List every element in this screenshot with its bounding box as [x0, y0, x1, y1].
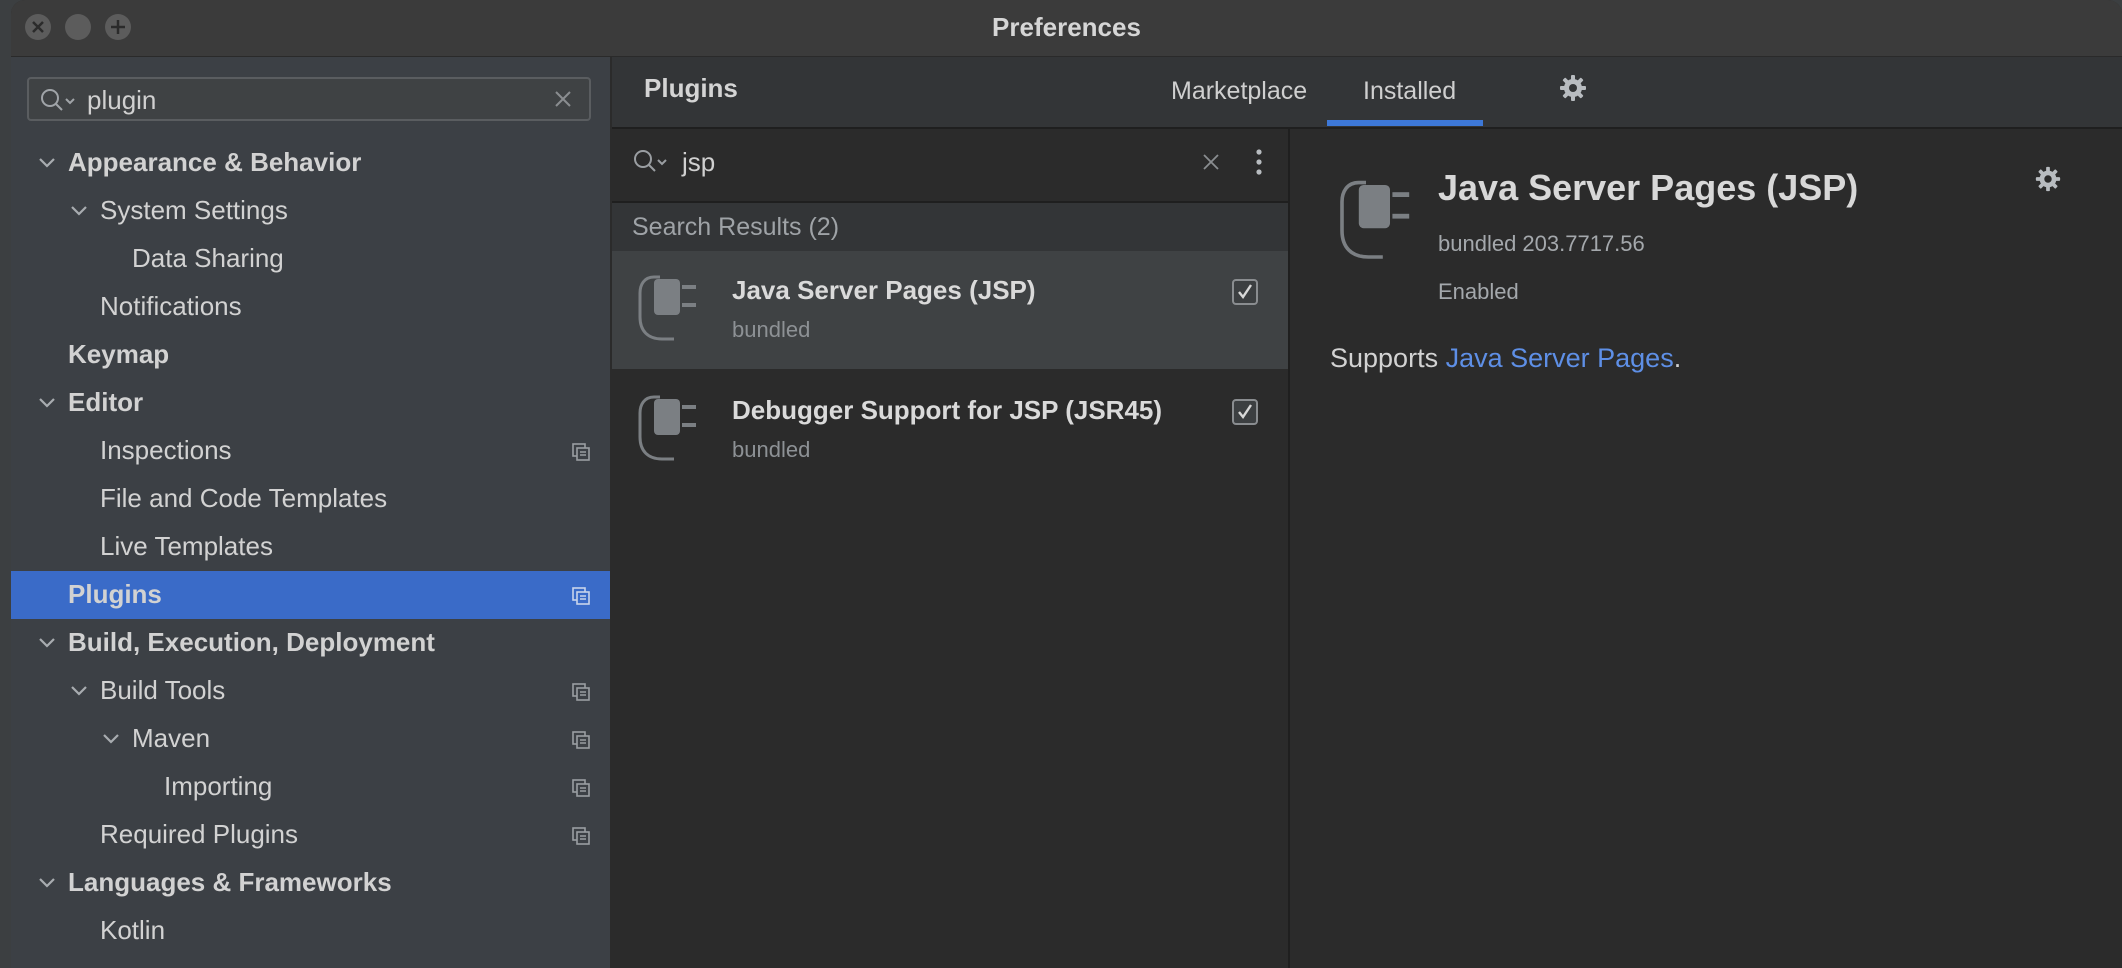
tree-item-label: Keymap [68, 339, 170, 369]
plugin-source: bundled [732, 317, 811, 342]
chevron-down-icon[interactable] [37, 153, 57, 173]
window-title: Preferences [992, 12, 1141, 42]
tree-item-plugins[interactable]: Plugins [11, 571, 610, 619]
description-text: Supports [1330, 343, 1446, 373]
tree-item-label: Live Templates [100, 531, 273, 561]
tree-item-label: System Settings [100, 195, 288, 225]
tree-item-label: Languages & Frameworks [68, 867, 392, 897]
project-settings-icon [572, 443, 590, 461]
tree-item-maven[interactable]: Maven [11, 715, 610, 763]
tree-item-label: Editor [68, 387, 144, 417]
search-results-count: Search Results (2) [632, 213, 840, 241]
tree-item-label: Notifications [100, 291, 242, 321]
tree-item-build-tools[interactable]: Build Tools [11, 667, 610, 715]
plugin-icon [1340, 180, 1410, 259]
tab-installed[interactable]: Installed [1363, 77, 1456, 106]
tree-item-label: Build Tools [100, 675, 226, 705]
gear-icon[interactable] [1558, 73, 1588, 103]
tree-item-label: Inspections [100, 435, 232, 465]
tree-item-inspections[interactable]: Inspections [11, 427, 610, 475]
plugin-search-input[interactable]: jsp [612, 129, 1288, 203]
plugin-detail-version: bundled 203.7717.56 [1438, 231, 1645, 256]
gear-icon[interactable] [2034, 165, 2062, 193]
plugin-name: Debugger Support for JSP (JSR45) [732, 395, 1163, 425]
plugins-header: Plugins Marketplace Installed [612, 57, 2122, 129]
settings-sidebar: plugin Appearance & Behavior System Sett… [11, 57, 612, 968]
tree-item-keymap[interactable]: Keymap [11, 331, 610, 379]
plugin-source: bundled [732, 437, 811, 462]
plugin-enabled-checkbox[interactable] [1232, 279, 1258, 305]
search-icon [634, 150, 667, 172]
tree-item-system-settings[interactable]: System Settings [11, 187, 610, 235]
plugin-detail-name: Java Server Pages (JSP) [1438, 167, 1859, 208]
chevron-down-icon[interactable] [37, 633, 57, 653]
tree-item-required-plugins[interactable]: Required Plugins [11, 811, 610, 859]
checkmark-icon [1238, 404, 1252, 420]
tree-item-label: Maven [132, 723, 211, 753]
tree-item-label: Plugins [68, 579, 162, 609]
tree-item-label: Kotlin [100, 915, 166, 945]
tree-item-build-execution-deployment[interactable]: Build, Execution, Deployment [11, 619, 610, 667]
chevron-down-icon[interactable] [37, 393, 57, 413]
tree-item-languages-frameworks[interactable]: Languages & Frameworks [11, 859, 610, 907]
tab-marketplace[interactable]: Marketplace [1171, 77, 1307, 106]
tree-item-notifications[interactable]: Notifications [11, 283, 610, 331]
tree-item-label: Data Sharing [132, 243, 284, 273]
plugin-row-jsp[interactable]: Java Server Pages (JSP) bundled [612, 251, 1288, 369]
plugin-list-pane: jsp Search Results (2) Java Server Pages… [612, 129, 1290, 968]
plugin-icon [638, 275, 696, 341]
search-results-header: Search Results (2) [612, 203, 1288, 251]
preferences-window: Preferences plugin Appearance & Behavior… [11, 0, 2122, 968]
tree-item-appearance-behavior[interactable]: Appearance & Behavior [11, 139, 610, 187]
plugin-row-jsp-debugger[interactable]: Debugger Support for JSP (JSR45) bundled [612, 371, 1288, 489]
chevron-down-icon[interactable] [69, 201, 89, 221]
plugin-search-value: jsp [682, 147, 716, 177]
plugins-panel: Plugins Marketplace Installed jsp Search… [612, 57, 2122, 968]
project-settings-icon [572, 731, 590, 749]
project-settings-icon [572, 587, 590, 605]
plugin-icon [638, 395, 696, 461]
settings-search-value: plugin [87, 85, 157, 115]
title-bar: Preferences [11, 0, 2122, 57]
settings-search-input[interactable]: plugin [27, 77, 591, 121]
description-suffix: . [1673, 343, 1682, 373]
tree-item-label: Build, Execution, Deployment [68, 627, 435, 657]
project-settings-icon [572, 779, 590, 797]
clear-search-icon[interactable] [553, 89, 573, 109]
page-title: Plugins [644, 73, 738, 103]
plugin-detail-pane: Java Server Pages (JSP) bundled 203.7717… [1290, 129, 2122, 968]
plugin-name: Java Server Pages (JSP) [732, 275, 1036, 305]
chevron-down-icon[interactable] [37, 873, 57, 893]
clear-search-icon[interactable] [1202, 153, 1220, 171]
tree-item-kotlin[interactable]: Kotlin [11, 907, 610, 955]
plugin-description: Supports Java Server Pages. [1330, 343, 1681, 374]
tree-item-label: Required Plugins [100, 819, 299, 849]
tree-item-live-templates[interactable]: Live Templates [11, 523, 610, 571]
plugin-detail-status: Enabled [1438, 279, 1519, 304]
tree-item-editor[interactable]: Editor [11, 379, 610, 427]
checkmark-icon [1238, 284, 1252, 300]
tree-item-importing[interactable]: Importing [11, 763, 610, 811]
chevron-down-icon[interactable] [69, 681, 89, 701]
active-tab-indicator [1327, 120, 1483, 126]
tree-item-data-sharing[interactable]: Data Sharing [11, 235, 610, 283]
tree-item-label: Appearance & Behavior [68, 147, 362, 177]
project-settings-icon [572, 827, 590, 845]
tree-item-label: Importing [164, 771, 273, 801]
description-link[interactable]: Java Server Pages [1446, 343, 1674, 373]
more-options-icon[interactable] [1252, 147, 1266, 177]
search-icon [41, 89, 75, 111]
chevron-down-icon[interactable] [101, 729, 121, 749]
tree-item-file-code-templates[interactable]: File and Code Templates [11, 475, 610, 523]
plugin-enabled-checkbox[interactable] [1232, 399, 1258, 425]
project-settings-icon [572, 683, 590, 701]
tree-item-label: File and Code Templates [100, 483, 388, 513]
